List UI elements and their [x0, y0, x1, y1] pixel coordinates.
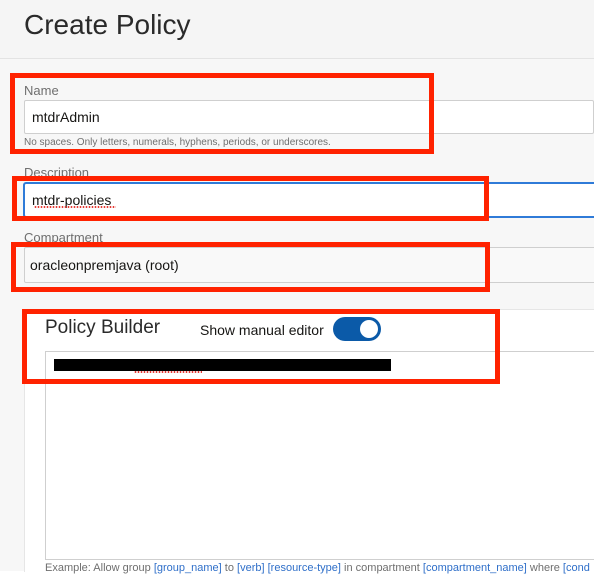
example-condition-link[interactable]: [cond: [563, 562, 590, 574]
example-resource-link[interactable]: [resource-type]: [268, 562, 341, 574]
example-group-link[interactable]: [group_name]: [154, 562, 222, 574]
example-to: to: [221, 562, 238, 574]
example-in: in compartment: [340, 562, 423, 574]
policy-example-text: Example: Allow group [group_name] to [ve…: [45, 561, 590, 575]
example-prefix: Example: Allow group: [45, 562, 154, 574]
annotation-box-policy-builder: [22, 309, 500, 384]
example-compartment-link[interactable]: [compartment_name]: [423, 562, 527, 574]
annotation-box-compartment: [11, 242, 490, 292]
annotation-box-description: [12, 176, 489, 221]
page-title: Create Policy: [24, 9, 191, 40]
annotation-box-name: [10, 73, 434, 154]
example-where: where: [526, 562, 563, 574]
page-header: Create Policy: [0, 0, 594, 59]
example-verb-link[interactable]: [verb]: [237, 562, 265, 574]
